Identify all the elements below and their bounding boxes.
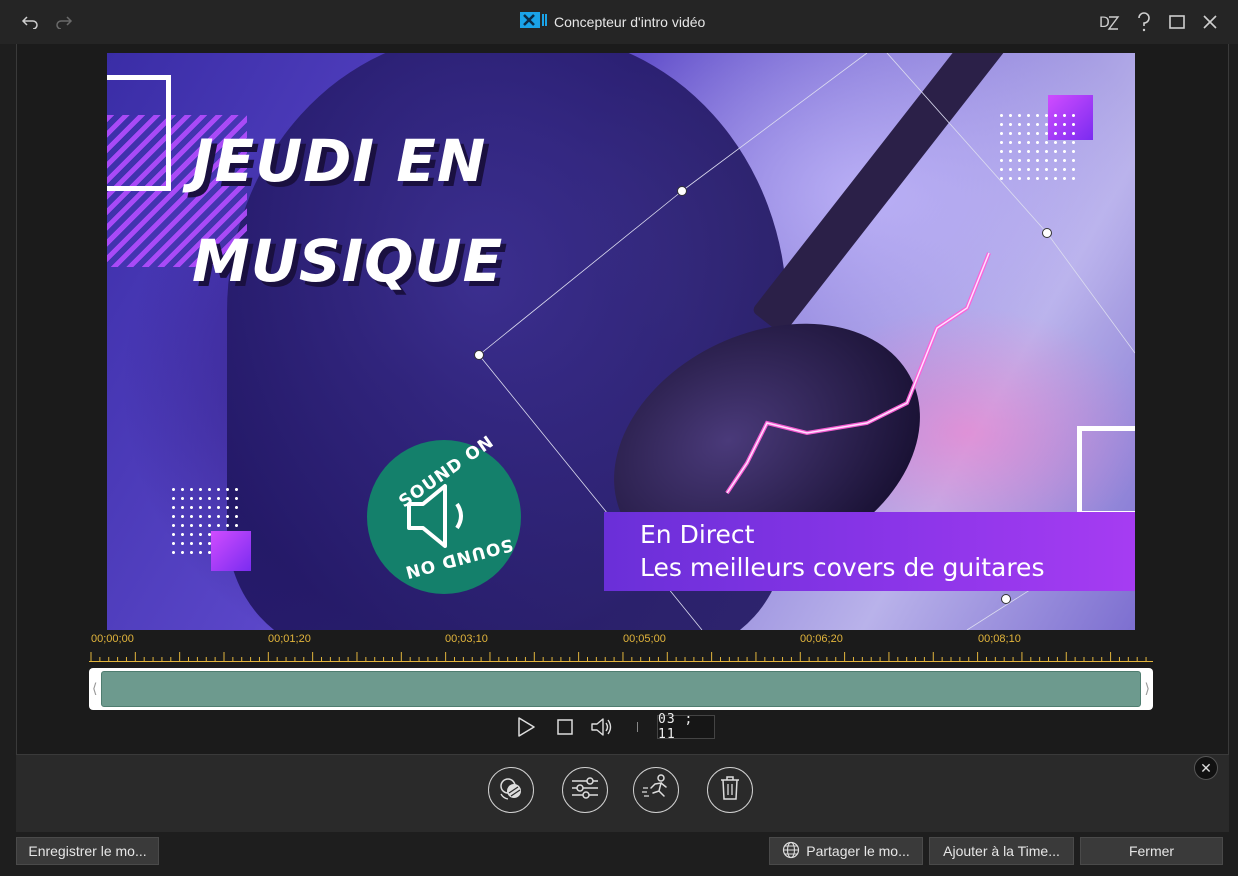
globe-icon: [782, 841, 800, 862]
tick-label: 00;08;10: [978, 633, 1021, 645]
motion-button[interactable]: [633, 767, 679, 813]
add-to-timeline-label: Ajouter à la Time...: [943, 843, 1060, 859]
save-template-button[interactable]: Enregistrer le mo...: [16, 837, 159, 865]
trim-handle-right-icon[interactable]: ⟩: [1145, 680, 1150, 697]
close-panel-icon[interactable]: ✕: [1194, 756, 1218, 780]
lower-third-line1[interactable]: En Direct: [640, 520, 754, 549]
tick-label: 00;06;20: [800, 633, 843, 645]
lower-third-banner[interactable]: En Direct Les meilleurs covers de guitar…: [604, 512, 1135, 591]
tools-panel: [16, 754, 1229, 832]
maximize-icon[interactable]: [1163, 8, 1191, 36]
video-preview[interactable]: JEUDI EN MUSIQUE SOUND ON SOUND ON En Di…: [107, 53, 1135, 630]
redo-icon[interactable]: [50, 8, 78, 36]
stop-icon[interactable]: [553, 714, 577, 740]
svg-text:D: D: [1099, 15, 1110, 31]
headline-line1[interactable]: JEUDI EN: [192, 111, 503, 211]
tick-label: 00;05;00: [623, 633, 666, 645]
add-to-timeline-button[interactable]: Ajouter à la Time...: [929, 837, 1074, 865]
tick-label: 00;03;10: [445, 633, 488, 645]
close-icon[interactable]: [1196, 8, 1224, 36]
tick-label: 00;01;20: [268, 633, 311, 645]
play-icon[interactable]: [514, 714, 538, 740]
close-button[interactable]: Fermer: [1080, 837, 1223, 865]
undo-icon[interactable]: [16, 8, 44, 36]
ruler-baseline: [89, 661, 1153, 662]
app-logo-icon: [520, 11, 548, 34]
share-template-label: Partager le mo...: [806, 843, 910, 859]
motion-runner-icon: [641, 773, 671, 807]
trash-icon: [719, 775, 741, 806]
save-template-label: Enregistrer le mo...: [28, 843, 147, 859]
headline-line2[interactable]: MUSIQUE: [192, 211, 503, 311]
clip-track[interactable]: ⟨ ⟩: [89, 668, 1153, 710]
video-clip[interactable]: [101, 671, 1141, 707]
volume-icon[interactable]: [588, 714, 616, 740]
delete-button[interactable]: [707, 767, 753, 813]
window-title-group: Concepteur d'intro vidéo: [520, 10, 705, 34]
title-text-group[interactable]: JEUDI EN MUSIQUE: [192, 111, 503, 311]
frame-decoration-top-left: [107, 75, 171, 191]
dot-grid-top-right: [997, 111, 1077, 185]
tick-label: 00;00;00: [91, 633, 134, 645]
frame-decoration-right: [1077, 426, 1135, 516]
dz-icon[interactable]: D: [1095, 8, 1123, 36]
current-time-display: 03 ; 11: [657, 712, 715, 742]
sliders-icon: [570, 776, 600, 805]
replace-media-icon: [496, 773, 526, 808]
divider: [632, 714, 642, 740]
trim-handle-left-icon[interactable]: ⟨: [92, 680, 97, 697]
help-icon[interactable]: [1130, 8, 1158, 36]
share-template-button[interactable]: Partager le mo...: [769, 837, 923, 865]
window-title: Concepteur d'intro vidéo: [554, 14, 706, 30]
sound-on-sticker[interactable]: SOUND ON SOUND ON: [367, 432, 521, 594]
timeline-ruler[interactable]: 00;00;00 00;01;20 00;03;10 00;05;00 00;0…: [89, 630, 1153, 664]
purple-square-bottom-left: [211, 531, 251, 571]
title-bar: Concepteur d'intro vidéo D: [0, 0, 1238, 44]
replace-media-button[interactable]: [488, 767, 534, 813]
lower-third-line2[interactable]: Les meilleurs covers de guitares: [640, 553, 1044, 582]
adjust-button[interactable]: [562, 767, 608, 813]
close-label: Fermer: [1128, 843, 1175, 859]
